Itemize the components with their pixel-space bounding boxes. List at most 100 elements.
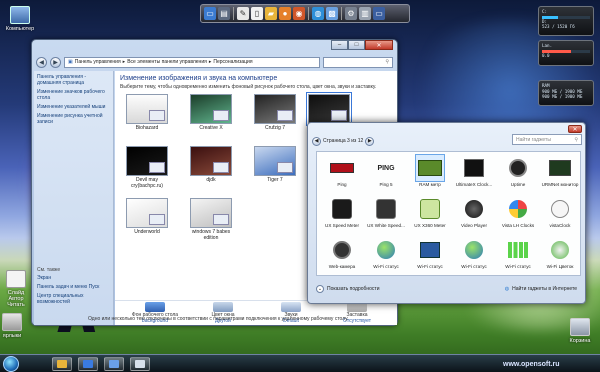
network-monitor-gadget[interactable]: Lan. 0.0 [538,40,594,66]
theme-item[interactable]: Crufzig 7 [254,94,296,132]
gadget-tile[interactable]: Wi-Fi Цветок [539,237,581,269]
minimize-button[interactable]: – [331,40,348,50]
globe-icon[interactable]: ◍ [312,7,324,20]
gadget-name: Web-камера [328,264,356,269]
theme-item[interactable]: Biohazard [126,94,168,132]
gadget-tile[interactable]: Wi-Fi статус [409,237,451,269]
monitor-small-icon[interactable]: ▭ [373,7,385,20]
window-icon[interactable]: ▤ [218,7,230,20]
gallery-footer: ⌄ Показать подробности ◍ Найти гаджеты в… [316,281,577,297]
trash-icon[interactable]: ▥ [359,7,371,20]
desktop-icon-computer[interactable]: Компьютер [0,6,40,32]
taskbar-button-media[interactable] [78,357,98,371]
left-pane: Панель управления - домашняя страница Из… [34,71,114,325]
gadget-tile[interactable]: Uptime [497,155,539,187]
theme-item[interactable]: Creative X [190,94,232,132]
gadget-tile[interactable]: PING Ping 5 [365,155,407,188]
start-button[interactable] [3,356,19,372]
gadget-name: Wi-Fi статус [461,264,487,269]
gadget-tile[interactable]: UX Speed Meter [321,196,363,228]
gadget-tile[interactable]: Ping [321,155,363,187]
gadget-name: vistaClock [549,223,571,228]
gadget-tile[interactable]: RAM метр [409,154,451,187]
gadget-name: Ping [337,182,347,187]
left-link-home[interactable]: Панель управления - домашняя страница [37,74,110,86]
search-icon: ⚲ [574,136,578,143]
desktop-icon-recycle-bin[interactable]: Корзина [560,318,600,344]
gadget-gallery-window[interactable]: ✕ ◀ Страница 3 из 12 ▶ Найти гаджеты ⚲ P… [307,122,586,304]
gadget-name: Wi-Fi статус [505,264,531,269]
search-input[interactable]: ⚲ [323,56,393,68]
see-also-title: См. также [37,267,61,273]
breadcrumb-item[interactable]: Панель управления [75,59,121,65]
gadget-tile[interactable]: Wi-Fi статус [497,237,539,269]
see-also-link-accessibility[interactable]: Центр специальных возможностей [37,293,113,305]
gadget-tile[interactable]: UltimateX Clock... [453,155,495,187]
gadget-tile[interactable]: Vista LH Clocks [497,196,539,228]
show-details-toggle[interactable]: ⌄ Показать подробности [316,285,380,293]
gadget-tile[interactable]: Wi-Fi статус [365,237,407,269]
gear-icon[interactable]: ⚙ [345,7,357,20]
theme-item[interactable]: Devil may cry(bachpc.ru) [126,146,168,190]
theme-name: windows 7 babes edition [191,229,231,241]
webcam-icon [328,237,356,263]
taskbar-button-control-panel[interactable] [104,357,124,371]
image-icon[interactable]: ▩ [326,7,338,20]
folder-icon [57,360,67,368]
theme-thumbnail [306,92,352,126]
get-more-gadgets-link[interactable]: ◍ Найти гаджеты в Интернете [505,286,577,292]
document-icon[interactable]: ▯ [251,7,263,20]
gadget-name: Wi-Fi Цветок [546,264,574,269]
monitor-icon[interactable]: ▭ [204,7,216,20]
desktop-icon-shortcuts[interactable]: ярлыки [0,313,32,339]
forward-button[interactable]: ▶ [50,56,61,68]
gadget-tile[interactable]: UX White Speed... [365,196,407,228]
breadcrumb-separator: ▸ [208,59,212,65]
x360-meter-icon [416,196,444,222]
see-also-link-taskbar[interactable]: Панель задач и меню Пуск [37,284,113,290]
close-button[interactable]: ✕ [568,125,582,133]
wifi-monitor-icon [416,237,444,263]
dock-separator [308,7,309,20]
left-link-desktop-icons[interactable]: Изменение значков рабочего стола [37,89,110,101]
status-message: Одно или несколько тем отключены в соотв… [88,316,349,322]
maximize-button[interactable]: □ [348,40,365,50]
gadget-tile[interactable]: Wi-Fi статус [453,237,495,269]
theme-item[interactable]: windows 7 babes edition [190,198,232,242]
theme-name: Devil may cry(bachpc.ru) [131,177,163,189]
media-icon[interactable]: ● [279,7,291,20]
gadget-tile[interactable]: URMNet монитор [539,155,581,187]
theme-thumbnail [126,146,168,176]
close-button[interactable]: ✕ [365,40,393,50]
address-bar[interactable]: ▣ Панель управления ▸ Все элементы панел… [64,56,320,68]
theme-item[interactable]: djdk [190,146,232,184]
see-also-link-display[interactable]: Экран [37,275,113,281]
gadget-name: Wi-Fi статус [373,264,399,269]
window-titlebar[interactable]: – □ ✕ [32,40,397,54]
gadget-tile[interactable]: UX X360 Meter [409,196,451,228]
taskbar-button-gadgets[interactable] [130,357,150,371]
gadget-tile[interactable]: Video Player [453,196,495,228]
gadget-tile[interactable]: vistaClock [539,196,581,228]
left-link-account-picture[interactable]: Изменение рисунка учетной записи [37,113,110,125]
folder-icon[interactable]: ▰ [265,7,277,20]
next-page-button[interactable]: ▶ [365,136,375,146]
theme-item[interactable]: Tiger 7 [254,146,296,184]
show-details-label: Показать подробности [327,286,380,292]
gadget-tile[interactable]: Web-камера [321,237,363,269]
taskbar-button-explorer[interactable] [52,357,72,371]
wifi-bars-icon [504,237,532,263]
address-bar-row: ◀ ▶ ▣ Панель управления ▸ Все элементы п… [36,55,393,69]
breadcrumb-item[interactable]: Персонализация [213,59,252,65]
breadcrumb-item[interactable]: Все элементы панели управления [127,59,207,65]
drive-monitor-gadget[interactable]: C: D: 523 / 1520 Гб [538,6,594,36]
firefox-icon[interactable]: ◉ [293,7,305,20]
back-button[interactable]: ◀ [36,56,47,68]
ram-monitor-gadget[interactable]: RAM 900 МБ / 1900 МБ 900 МБ / 1900 МБ [538,80,594,106]
left-link-mouse-pointers[interactable]: Изменение указателей мыши [37,104,110,110]
theme-name: Tiger 7 [267,177,283,183]
pen-icon[interactable]: ✎ [237,7,249,20]
prev-page-button[interactable]: ◀ [312,136,321,146]
gadget-search-input[interactable]: Найти гаджеты ⚲ [512,134,582,145]
theme-item[interactable]: Underworld [126,198,168,236]
